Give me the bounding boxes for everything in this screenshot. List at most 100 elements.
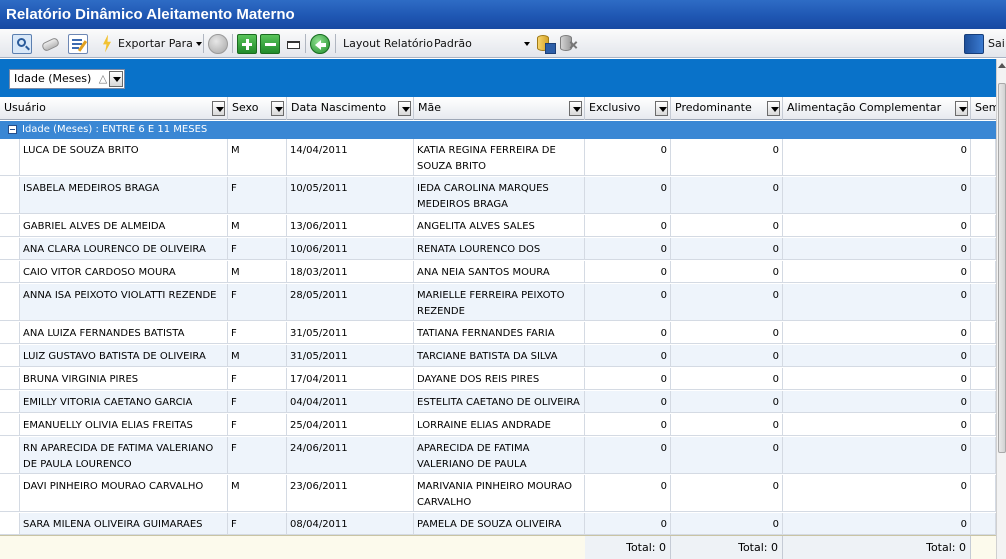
cell-nasc[interactable]: 14/04/2011	[287, 139, 414, 175]
cell-sem[interactable]	[971, 414, 996, 435]
cell-sexo[interactable]: M	[228, 215, 287, 236]
cell-usuario[interactable]: DAVI PINHEIRO MOURAO CARVALHO	[20, 475, 228, 511]
cell-alimentacao[interactable]: 0	[783, 437, 971, 473]
save-layout-button[interactable]	[536, 33, 556, 54]
cell-nasc[interactable]: 10/05/2011	[287, 177, 414, 213]
preview-button[interactable]	[12, 33, 32, 54]
cell-sexo[interactable]: F	[228, 437, 287, 473]
table-row[interactable]: ANNA ISA PEIXOTO VIOLATTI REZENDE F 28/05/…	[0, 284, 996, 321]
cell-usuario[interactable]: ISABELA MEDEIROS BRAGA	[20, 177, 228, 213]
cell-sem[interactable]	[971, 284, 996, 320]
cell-sexo[interactable]: F	[228, 368, 287, 389]
cell-sem[interactable]	[971, 177, 996, 213]
cell-alimentacao[interactable]: 0	[783, 177, 971, 213]
filter-button[interactable]	[271, 101, 284, 116]
column-header-data-nascimento[interactable]: Data Nascimento	[287, 97, 414, 120]
cell-mae[interactable]: ANA NEIA SANTOS MOURA	[414, 261, 585, 282]
cell-exclusivo[interactable]: 0	[585, 368, 671, 389]
export-dropdown[interactable]: Exportar Para	[98, 33, 202, 54]
table-row[interactable]: LUCA DE SOUZA BRITO M 14/04/2011 KATIA REGI…	[0, 139, 996, 176]
expand-all-button[interactable]	[237, 33, 257, 54]
cell-mae[interactable]: APARECIDA DE FATIMA VALERIANO DE PAULA L…	[414, 437, 585, 473]
column-header-exclusivo[interactable]: Exclusivo	[585, 97, 671, 120]
table-row[interactable]: ISABELA MEDEIROS BRAGA F 10/05/2011 IEDA CA…	[0, 177, 996, 214]
cell-alimentacao[interactable]: 0	[783, 368, 971, 389]
group-filter-button[interactable]	[109, 71, 123, 87]
column-chooser-button[interactable]	[284, 33, 304, 54]
cell-mae[interactable]: TARCIANE BATISTA DA SILVA	[414, 345, 585, 366]
back-button[interactable]	[310, 33, 330, 54]
exit-button[interactable]: Sai	[964, 33, 1005, 54]
cell-alimentacao[interactable]: 0	[783, 284, 971, 320]
cell-sem[interactable]	[971, 513, 996, 534]
delete-layout-button[interactable]	[559, 33, 579, 54]
cell-usuario[interactable]: EMILLY VITORIA CAETANO GARCIA	[20, 391, 228, 412]
cell-nasc[interactable]: 24/06/2011	[287, 437, 414, 473]
filter-button[interactable]	[212, 101, 225, 116]
cell-predominante[interactable]: 0	[671, 238, 783, 259]
cell-nasc[interactable]: 08/04/2011	[287, 513, 414, 534]
filter-button[interactable]	[655, 101, 668, 116]
cell-sem[interactable]	[971, 238, 996, 259]
clear-button[interactable]	[40, 33, 61, 54]
cell-predominante[interactable]: 0	[671, 177, 783, 213]
cell-predominante[interactable]: 0	[671, 215, 783, 236]
group-chip-idade[interactable]: Idade (Meses) △	[9, 69, 125, 89]
cell-predominante[interactable]: 0	[671, 261, 783, 282]
vertical-scrollbar[interactable]	[996, 59, 1006, 559]
column-header-sexo[interactable]: Sexo	[228, 97, 287, 120]
cell-alimentacao[interactable]: 0	[783, 513, 971, 534]
column-header-mae[interactable]: Mãe	[414, 97, 585, 120]
cell-predominante[interactable]: 0	[671, 437, 783, 473]
cell-predominante[interactable]: 0	[671, 475, 783, 511]
cell-mae[interactable]: LORRAINE ELIAS ANDRADE	[414, 414, 585, 435]
cell-exclusivo[interactable]: 0	[585, 177, 671, 213]
cell-mae[interactable]: MARIVANIA PINHEIRO MOURAO CARVALHO	[414, 475, 585, 511]
cell-sem[interactable]	[971, 322, 996, 343]
cell-exclusivo[interactable]: 0	[585, 475, 671, 511]
cell-exclusivo[interactable]: 0	[585, 215, 671, 236]
cell-exclusivo[interactable]: 0	[585, 345, 671, 366]
cell-usuario[interactable]: SARA MILENA OLIVEIRA GUIMARAES	[20, 513, 228, 534]
cell-sexo[interactable]: F	[228, 284, 287, 320]
cell-sem[interactable]	[971, 437, 996, 473]
cell-exclusivo[interactable]: 0	[585, 414, 671, 435]
table-row[interactable]: GABRIEL ALVES DE ALMEIDA M 13/06/2011 ANGEL…	[0, 215, 996, 237]
cell-sem[interactable]	[971, 345, 996, 366]
cell-predominante[interactable]: 0	[671, 322, 783, 343]
cell-sem[interactable]	[971, 139, 996, 175]
scroll-up-arrow-icon[interactable]	[998, 63, 1006, 68]
cell-usuario[interactable]: EMANUELLY OLIVIA ELIAS FREITAS	[20, 414, 228, 435]
cell-mae[interactable]: DAYANE DOS REIS PIRES	[414, 368, 585, 389]
filter-button[interactable]	[398, 101, 411, 116]
table-row[interactable]: ANA CLARA LOURENCO DE OLIVEIRA F 10/06/201…	[0, 238, 996, 260]
cell-predominante[interactable]: 0	[671, 513, 783, 534]
cell-sexo[interactable]: M	[228, 475, 287, 511]
cell-exclusivo[interactable]: 0	[585, 322, 671, 343]
disabled-round-button[interactable]	[208, 33, 228, 54]
cell-exclusivo[interactable]: 0	[585, 513, 671, 534]
group-row[interactable]: Idade (Meses) : ENTRE 6 E 11 MESES	[0, 121, 996, 139]
filter-button[interactable]	[955, 101, 968, 116]
cell-alimentacao[interactable]: 0	[783, 322, 971, 343]
cell-usuario[interactable]: ANA CLARA LOURENCO DE OLIVEIRA	[20, 238, 228, 259]
cell-predominante[interactable]: 0	[671, 391, 783, 412]
scrollbar-thumb[interactable]	[998, 83, 1006, 453]
cell-nasc[interactable]: 18/03/2011	[287, 261, 414, 282]
column-header-sem[interactable]: Sem	[971, 97, 996, 120]
cell-exclusivo[interactable]: 0	[585, 437, 671, 473]
cell-sexo[interactable]: M	[228, 345, 287, 366]
cell-usuario[interactable]: CAIO VITOR CARDOSO MOURA	[20, 261, 228, 282]
cell-mae[interactable]: RENATA LOURENCO DOS SANTOS	[414, 238, 585, 259]
cell-alimentacao[interactable]: 0	[783, 261, 971, 282]
cell-sem[interactable]	[971, 368, 996, 389]
cell-mae[interactable]: ESTELITA CAETANO DE OLIVEIRA	[414, 391, 585, 412]
cell-exclusivo[interactable]: 0	[585, 391, 671, 412]
column-header-usuario[interactable]: Usuário	[0, 97, 228, 120]
collapse-toggle-icon[interactable]	[8, 125, 17, 134]
column-header-predominante[interactable]: Predominante	[671, 97, 783, 120]
cell-alimentacao[interactable]: 0	[783, 345, 971, 366]
cell-nasc[interactable]: 23/06/2011	[287, 475, 414, 511]
edit-button[interactable]	[68, 33, 88, 54]
cell-exclusivo[interactable]: 0	[585, 261, 671, 282]
